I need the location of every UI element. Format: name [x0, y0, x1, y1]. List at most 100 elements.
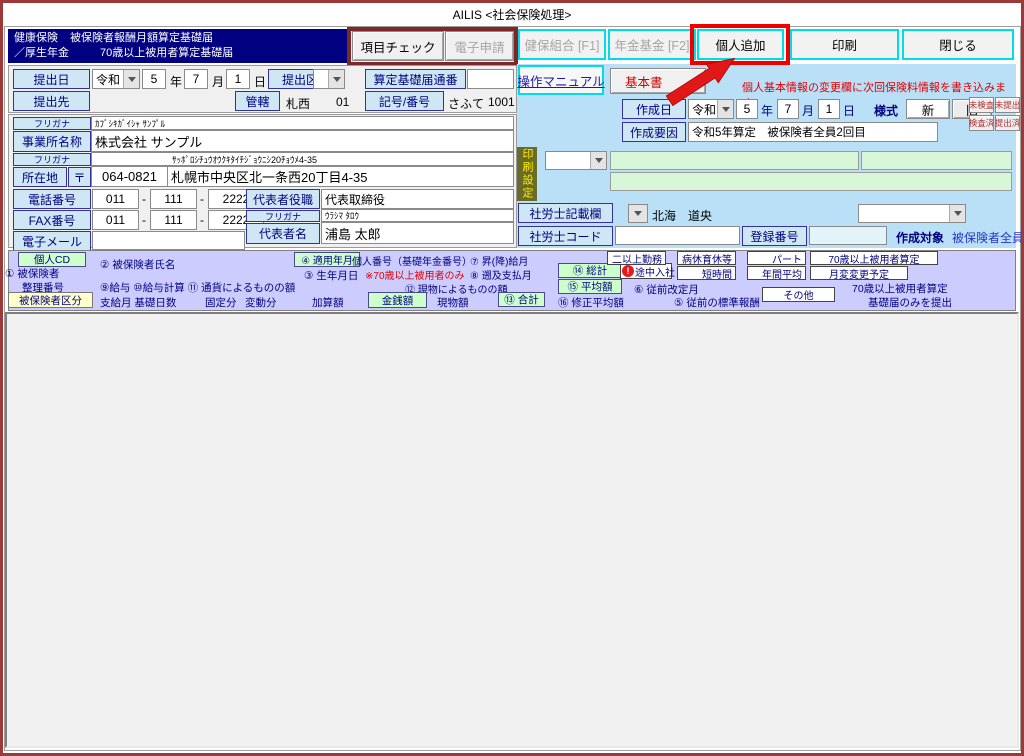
legend-over70-santei2: 70歳以上被用者算定 [852, 281, 948, 296]
fax-field-1[interactable]: 011 [92, 210, 139, 230]
created-year-unit: 年 [761, 102, 773, 119]
close-button[interactable]: 閉じる [902, 29, 1014, 60]
tel-label: 電話番号 [13, 189, 91, 209]
address-kana-field[interactable]: ｻｯﾎﾟﾛｼﾁｭｳｵｳｸｷﾀｲﾁｼﾞｮｳﾆｼ20ﾁｮｳﾒ4-35 [91, 152, 514, 166]
legend-shusei-heikin: ⑯ 修正平均額 [558, 295, 624, 310]
legend-getsuhen-yotei: 月変変更予定 [810, 266, 908, 280]
rep-kana-label: フリガナ [246, 210, 320, 222]
rep-title-field[interactable]: 代表取締役 [321, 189, 514, 209]
sharoshi-code-field[interactable] [615, 226, 740, 245]
office-name-field[interactable]: 株式会社 サンプル [91, 130, 514, 152]
print-setting-field-1[interactable] [610, 151, 859, 170]
office-name-label: 事業所名称 [13, 131, 91, 152]
print-setting-field-2[interactable] [861, 151, 1012, 170]
legend-gokei: ⑬ 合計 [498, 292, 545, 307]
fax-label: FAX番号 [13, 210, 91, 230]
reason-field[interactable]: 令和5年算定 被保険者全員2回目 [688, 122, 938, 142]
legend-kojin-bango: 個人番号（基礎年金番号） [352, 253, 472, 268]
item-check-button[interactable]: 項目チェック [352, 31, 444, 61]
email-field[interactable] [92, 231, 245, 250]
status-checked-button[interactable]: 検査済 [969, 115, 994, 131]
address-field[interactable]: 札幌市中央区北一条西20丁目4-35 [167, 166, 514, 187]
legend-tanjikan: 短時間 [677, 266, 736, 280]
legend-ni-ijo-kinmu: 二以上勤務 [607, 251, 666, 265]
legend-nenkan-heikin: 年間平均 [747, 266, 806, 280]
e-apply-button[interactable]: 電子申請 [445, 31, 514, 61]
dropdown-arrow-icon [949, 205, 965, 222]
legend-hihokensha: ① 被保険者 [5, 266, 59, 281]
banner-line2-left: ／厚生年金 [14, 46, 100, 61]
print-setting-select[interactable] [545, 151, 607, 170]
legend-kotei: 固定分 [205, 295, 237, 310]
email-label: 電子メール [13, 231, 91, 251]
jurisdiction-code: 01 [336, 95, 349, 109]
legend-juzen-hyojun: ⑤ 従前の標準報酬 [674, 295, 760, 310]
status-unsubmitted-button[interactable]: 未提出 [995, 97, 1020, 113]
legend-shikyu-kiso: 支給月 基礎日数 [100, 295, 176, 310]
symbol-label: 記号/番号 [365, 91, 444, 111]
legend-part: パート [747, 251, 806, 265]
serial-field[interactable] [467, 69, 514, 89]
office-kana-label: フリガナ [13, 117, 91, 130]
legend-sonota: その他 [762, 287, 835, 302]
sharoshi-select[interactable] [628, 204, 648, 223]
legend-shimei: ② 被保険者氏名 [100, 257, 175, 272]
tel-field-2[interactable]: 111 [150, 189, 197, 209]
created-day-field[interactable]: 1 [818, 99, 840, 119]
print-button[interactable]: 印刷 [790, 29, 899, 60]
legend-heikingaku: ⑮ 平均額 [558, 279, 622, 294]
legend-hendo: 変動分 [245, 295, 277, 310]
registration-field[interactable] [809, 226, 887, 245]
submit-month-field[interactable]: 7 [184, 69, 208, 89]
jurisdiction-value: 札西 [286, 95, 310, 112]
submit-day-field[interactable]: 1 [226, 69, 250, 89]
form-title-banner: 健康保険被保険者報酬月額算定基礎届 ／厚生年金70歳以上被用者算定基礎届 [8, 29, 347, 63]
tel-dash: - [142, 192, 146, 206]
status-unchecked-button[interactable]: 未検査 [969, 97, 994, 113]
postal-field[interactable]: 064-0821 [91, 166, 168, 187]
created-month-field[interactable]: 7 [777, 99, 799, 119]
registration-label: 登録番号 [742, 226, 807, 246]
legend-kojin-cd: 個人CD [18, 252, 86, 267]
sharoshi-code-label: 社労士コード [518, 226, 613, 246]
tel-dash: - [200, 192, 204, 206]
rep-name-label: 代表者名 [246, 223, 320, 244]
status-submitted-button[interactable]: 提出済 [995, 115, 1020, 131]
legend-kinsen: 金銭額 [368, 292, 427, 308]
fax-dash: - [200, 213, 204, 227]
employee-list-area [5, 312, 1019, 748]
legend-over70-only: ※70歳以上被用者のみ [365, 267, 465, 282]
dropdown-arrow-icon [629, 205, 647, 222]
dropdown-arrow-icon [328, 70, 344, 88]
rep-kana-field[interactable]: ｳﾗｼﾏ ﾀﾛｳ [321, 209, 514, 222]
exclamation-icon: ! [622, 265, 634, 277]
submit-era-select[interactable]: 令和 [92, 69, 140, 89]
address-kana-label: フリガナ [13, 153, 91, 166]
rep-name-field[interactable]: 浦島 太郎 [321, 222, 514, 244]
sharoshi-value: 北海 道央 [652, 207, 712, 224]
fax-field-2[interactable]: 111 [150, 210, 197, 230]
tel-field-1[interactable]: 011 [92, 189, 139, 209]
jurisdiction-label: 管轄 [235, 91, 280, 111]
format-new-button[interactable]: 新 [906, 99, 950, 119]
office-name-kana-field[interactable]: ｶﾌﾞｼｷｶﾞｲｼｬ ｻﾝﾌﾟﾙ [91, 116, 514, 130]
legend-kubun: 被保険者区分 [8, 292, 93, 308]
banner-line1-right: 被保険者報酬月額算定基礎届 [70, 32, 213, 44]
legend-over70-santei: 70歳以上被用者算定 [810, 251, 938, 265]
sharoshi-office-select[interactable] [858, 204, 966, 223]
legend-seinengappi: ③ 生年月日 [304, 268, 358, 283]
created-month-unit: 月 [802, 102, 814, 119]
submit-division-select[interactable] [313, 69, 345, 89]
banner-line2-right: 70歳以上被用者算定基礎届 [100, 47, 233, 59]
submit-year-field[interactable]: 5 [142, 69, 166, 89]
print-setting-field-3[interactable] [610, 172, 1012, 191]
number-value: 1001 [488, 95, 515, 109]
sharoshi-label: 社労士記載欄 [518, 203, 613, 223]
legend-tochu-text: 途中入社 [635, 264, 675, 279]
fax-dash: - [142, 213, 146, 227]
kenpo-kumiai-button[interactable]: 健保組合 [F1] [518, 29, 606, 60]
red-arrow-icon [655, 56, 741, 108]
manual-button[interactable]: 操作マニュアル [518, 65, 604, 95]
submit-date-label: 提出日 [13, 69, 90, 89]
window-title: AILIS <社会保険処理> [0, 6, 1024, 23]
